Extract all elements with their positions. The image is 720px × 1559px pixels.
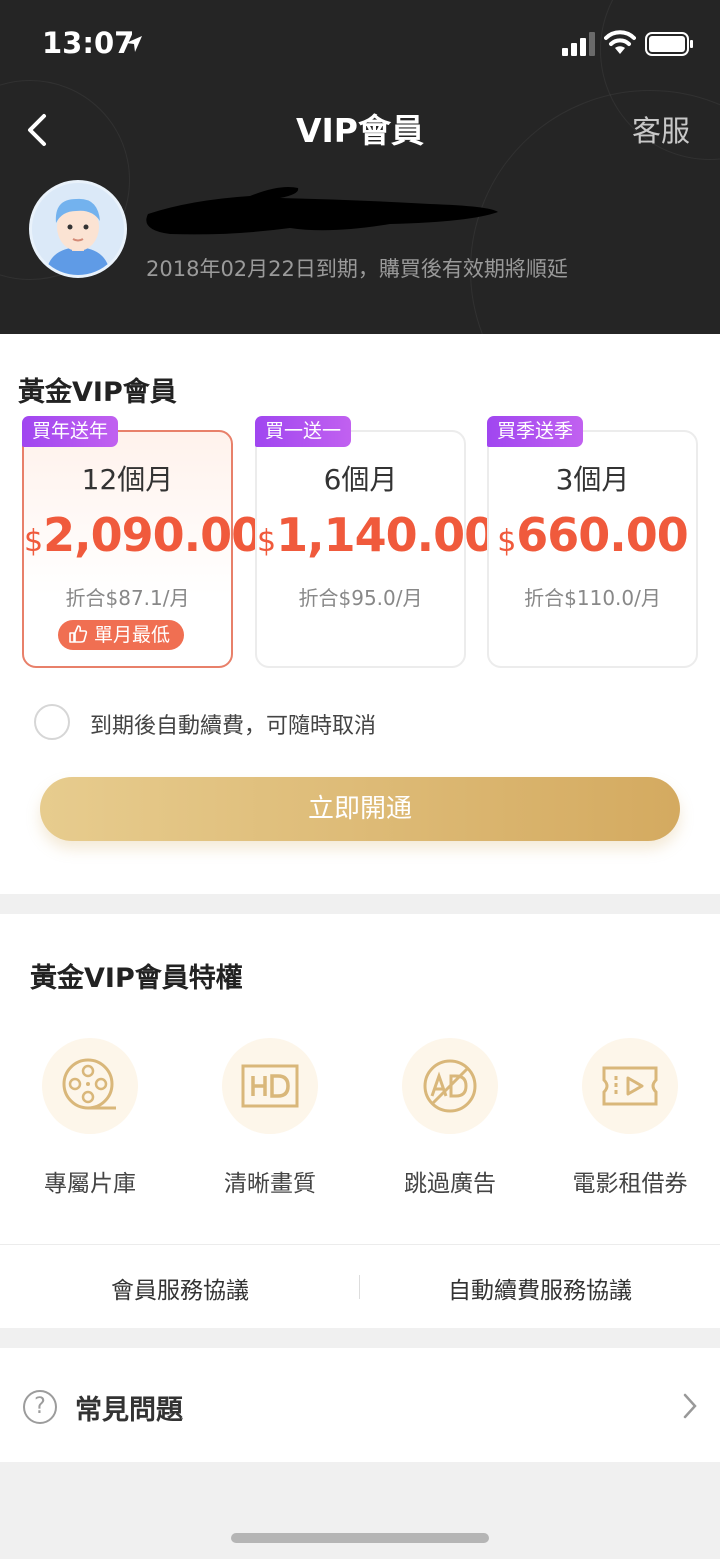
redacted-username [146,187,498,235]
privilege-label: 專屬片庫 [44,1171,136,1197]
ticket-play-icon [602,1066,658,1106]
plan-duration: 3個月 [555,463,630,496]
plan-monthly-price: 折合$87.1/月 [65,586,190,610]
price-amount: 660.00 [516,508,689,562]
plan-price: $2,090.00 [24,508,263,562]
home-indicator[interactable] [231,1533,489,1543]
plan-badge: 買季送季 [487,416,584,447]
avatar [29,180,127,278]
price-currency: $ [24,524,44,559]
plan-card-6-months[interactable]: 買一送一 6個月 $1,140.00 折合$95.0/月 [255,416,496,668]
tag-label: 單月最低 [94,624,171,646]
header: 13:07 VIP會員 客服 2018年02月22日到期，購買後有效期將順延 [0,0,720,334]
customer-service-link[interactable]: 客服 [632,108,690,150]
privilege-label: 跳過廣告 [404,1171,496,1197]
location-arrow-icon [126,36,142,52]
price-amount: 2,090.00 [43,508,263,562]
nav-bar: VIP會員 客服 [0,90,720,162]
signal-icon [562,32,595,56]
status-time: 13:07 [42,26,135,60]
page-title: VIP會員 [295,111,424,150]
plan-price: $1,140.00 [257,508,496,562]
no-ads-icon [423,1059,477,1113]
chevron-right-icon [683,1393,697,1419]
plan-badge: 買一送一 [255,416,352,447]
plan-badge: 買年送年 [22,416,119,447]
auto-renew-radio[interactable] [34,704,70,740]
lowest-price-tag: 單月最低 [58,620,185,650]
member-agreement-link[interactable]: 會員服務協議 [0,1271,360,1305]
film-reel-icon [62,1058,116,1110]
activate-button[interactable]: 立即開通 [40,777,680,841]
question-circle-icon: ? [23,1390,57,1424]
price-currency: $ [497,524,517,559]
auto-renew-label[interactable]: 到期後自動續費，可隨時取消 [90,708,376,740]
plan-card-12-months[interactable]: 買年送年 12個月 $2,090.00 折合$87.1/月 單月最低 [22,416,263,668]
thumbs-up-icon [69,625,88,643]
plans-section: 黃金VIP會員 買年送年 12個月 $2,090.00 折合$87.1/月 單月… [0,334,720,894]
plan-card-3-months[interactable]: 買季送季 3個月 $660.00 折合$110.0/月 [487,416,698,668]
price-currency: $ [257,524,277,559]
hd-icon [241,1064,299,1108]
privilege-label: 電影租借券 [572,1171,688,1197]
privilege-label: 清晰畫質 [224,1171,316,1197]
privileges-section: 黃金VIP會員特權 專屬片庫 清晰畫質 跳過廣告 電影租借券 會員服務協議 自動… [0,914,720,1328]
price-amount: 1,140.00 [276,508,496,562]
plan-monthly-price: 折合$95.0/月 [298,586,423,610]
status-bar: 13:07 [0,0,720,90]
plan-duration: 6個月 [323,463,398,496]
plan-monthly-price: 折合$110.0/月 [524,586,661,610]
plans-title: 黃金VIP會員 [18,377,177,408]
agreements-bar: 會員服務協議 自動續費服務協議 [0,1244,720,1328]
plan-duration: 12個月 [81,463,174,496]
wifi-icon [604,30,636,54]
faq-row[interactable]: ? 常見問題 [0,1348,720,1462]
membership-expiry: 2018年02月22日到期，購買後有效期將順延 [146,257,568,281]
faq-label: 常見問題 [75,1395,183,1426]
auto-renew-agreement-link[interactable]: 自動續費服務協議 [360,1271,720,1305]
plan-price: $660.00 [489,508,696,562]
battery-icon [645,32,693,56]
privileges-title: 黃金VIP會員特權 [30,963,243,994]
